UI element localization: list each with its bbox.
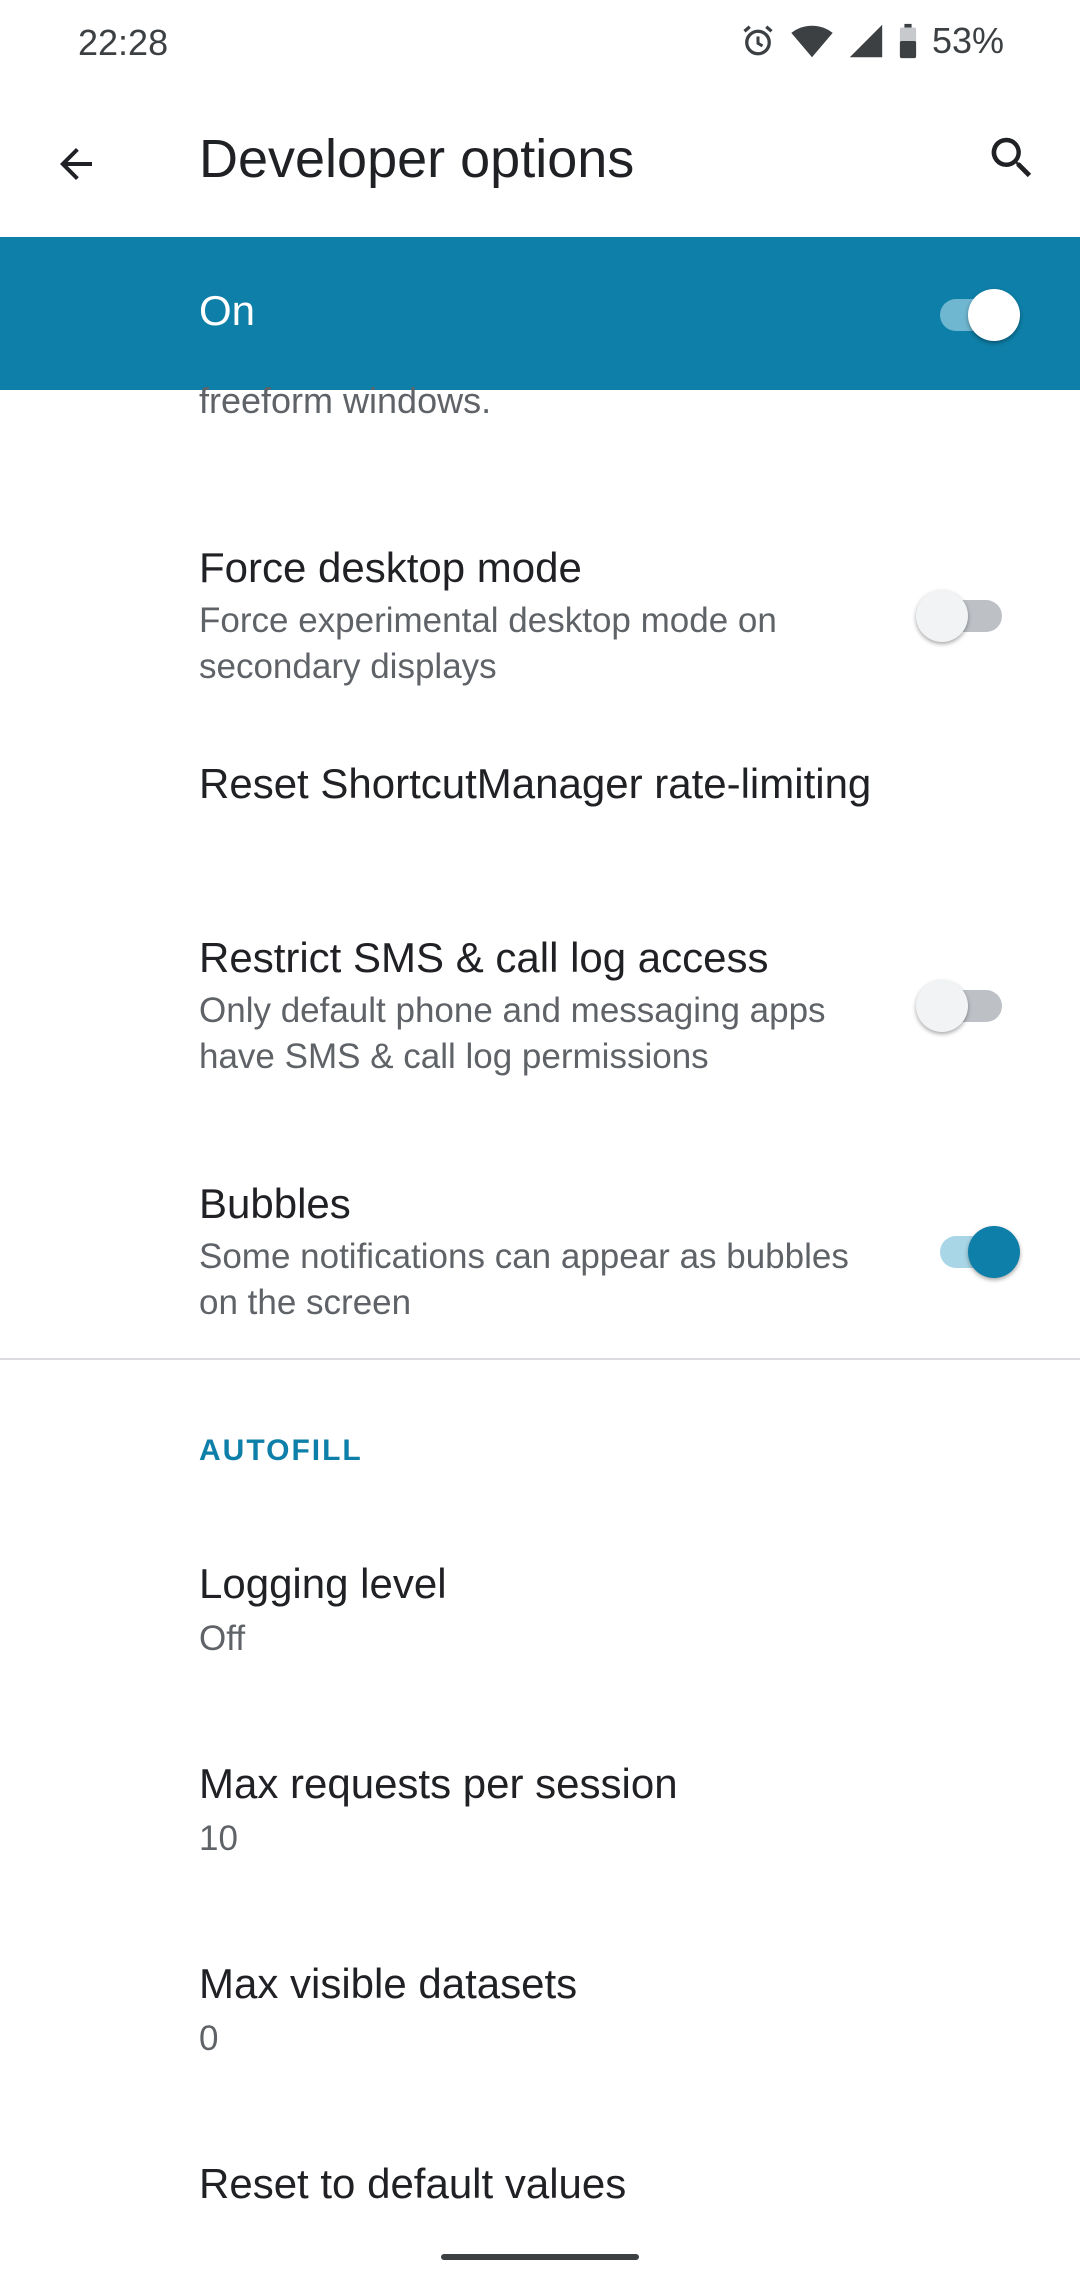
gesture-nav-handle[interactable] xyxy=(441,2254,639,2260)
back-button[interactable] xyxy=(40,128,112,200)
setting-max-visible-datasets[interactable]: Max visible datasets 0 xyxy=(0,1930,1080,2110)
previous-item-summary: freeform windows. xyxy=(199,380,492,421)
page-title: Developer options xyxy=(199,129,635,189)
search-button[interactable] xyxy=(976,122,1048,194)
setting-title: Logging level xyxy=(199,1560,447,1607)
battery-percent: 53% xyxy=(931,20,1004,61)
wifi-icon xyxy=(790,23,834,59)
master-switch-label: On xyxy=(199,287,256,334)
switch-thumb xyxy=(968,1226,1020,1278)
section-header-autofill: AUTOFILL xyxy=(199,1434,363,1467)
search-icon xyxy=(991,137,1032,178)
signal-icon xyxy=(848,23,884,59)
status-icons: 53% xyxy=(740,20,1004,62)
switch-thumb xyxy=(916,590,968,642)
status-time: 22:28 xyxy=(78,22,169,63)
master-switch-toggle[interactable] xyxy=(930,279,1020,341)
setting-logging-level[interactable]: Logging level Off xyxy=(0,1530,1080,1710)
setting-reset-defaults[interactable]: Reset to default values xyxy=(0,2130,1080,2260)
setting-restrict-sms-call-log[interactable]: Restrict SMS & call log access Only defa… xyxy=(0,900,1080,1100)
alarm-icon xyxy=(740,23,776,59)
setting-value: 0 xyxy=(199,2019,219,2058)
setting-reset-shortcutmanager[interactable]: Reset ShortcutManager rate-limiting xyxy=(0,720,1080,850)
setting-title: Reset ShortcutManager rate-limiting xyxy=(199,760,872,807)
app-bar: Developer options xyxy=(0,90,1080,237)
setting-summary: Force experimental desktop mode on secon… xyxy=(199,601,777,686)
setting-title: Restrict SMS & call log access xyxy=(199,934,769,981)
setting-title: Max requests per session xyxy=(199,1760,678,1807)
setting-summary: Only default phone and messaging apps ha… xyxy=(199,991,826,1076)
status-bar: 22:28 53% xyxy=(0,0,1080,90)
setting-value: 10 xyxy=(199,1819,238,1858)
force-desktop-mode-toggle[interactable] xyxy=(916,580,1006,642)
switch-thumb xyxy=(968,289,1020,341)
restrict-sms-toggle[interactable] xyxy=(916,970,1006,1032)
setting-max-requests[interactable]: Max requests per session 10 xyxy=(0,1730,1080,1910)
battery-icon xyxy=(898,23,918,59)
arrow-left-icon xyxy=(60,148,92,180)
setting-force-desktop-mode[interactable]: Force desktop mode Force experimental de… xyxy=(0,510,1080,710)
switch-thumb xyxy=(916,980,968,1032)
setting-summary: Some notifications can appear as bubbles… xyxy=(199,1237,849,1322)
master-switch-bar[interactable]: On xyxy=(0,237,1080,390)
bubbles-toggle[interactable] xyxy=(930,1216,1020,1278)
setting-title: Bubbles xyxy=(199,1180,351,1227)
setting-title: Force desktop mode xyxy=(199,544,582,591)
setting-value: Off xyxy=(199,1619,246,1658)
setting-title: Reset to default values xyxy=(199,2160,627,2207)
setting-bubbles[interactable]: Bubbles Some notifications can appear as… xyxy=(0,1146,1080,1346)
section-divider xyxy=(0,1358,1080,1360)
setting-title: Max visible datasets xyxy=(199,1960,578,2007)
